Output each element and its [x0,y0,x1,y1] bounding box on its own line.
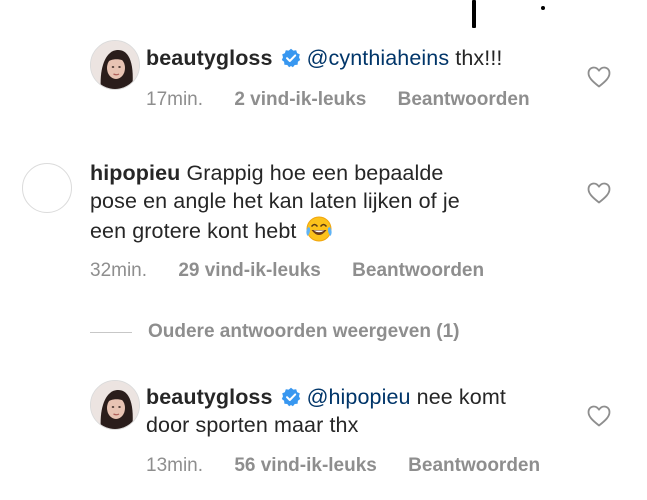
comment-body: hipopieu Grappig hoe een bepaalde pose e… [90,159,460,245]
comment-meta: 17min. 2 vind-ik-leuks Beantwoorden [146,88,530,112]
comment-meta: 32min. 29 vind-ik-leuks Beantwoorden [90,259,484,283]
heart-icon[interactable] [587,182,611,204]
heart-icon[interactable] [587,66,611,88]
avatar-photo [91,381,139,429]
comment-username[interactable]: hipopieu [90,161,180,185]
comment-text-line3: een grotere kont hebt [90,219,297,243]
reply-button[interactable]: Beantwoorden [352,260,484,281]
comment-mention[interactable]: @cynthiaheins [307,46,450,70]
comment-time: 17min. [146,89,204,110]
tears-of-joy-emoji-icon [305,216,332,242]
comment-text-line1: Grappig hoe een bepaalde [186,161,444,185]
comment-meta: 13min. 56 vind-ik-leuks Beantwoorden [146,454,540,478]
comment-text: nee komt [410,385,506,409]
comment-body: beautygloss @hipopieu nee komt door sport… [146,383,506,439]
avatar[interactable] [90,40,140,90]
comment-time: 32min. [90,260,148,281]
likes-count-link[interactable]: 56 vind-ik-leuks [234,455,377,476]
comment-username[interactable]: beautygloss [146,385,273,409]
scroll-indicator [472,0,476,28]
comment-mention[interactable]: @hipopieu [307,385,411,409]
comment-time: 13min. [146,455,204,476]
verified-badge-icon [281,48,300,68]
view-older-replies-button[interactable]: Oudere antwoorden weergeven (1) [90,320,459,344]
avatar-photo [91,41,139,89]
likes-count-link[interactable]: 29 vind-ik-leuks [178,260,321,281]
verified-badge-icon [281,387,300,407]
comment-username[interactable]: beautygloss [146,46,273,70]
divider-line [90,331,132,333]
avatar[interactable] [90,380,140,430]
view-older-label: Oudere antwoorden weergeven (1) [148,321,460,342]
heart-icon[interactable] [587,405,611,427]
comment-text: thx!!! [449,46,503,70]
avatar[interactable] [22,163,72,213]
reply-button[interactable]: Beantwoorden [398,89,530,110]
reply-button[interactable]: Beantwoorden [408,455,540,476]
comment-body: beautygloss @cynthiaheins thx!!! [146,44,503,72]
comment-text-line2: door sporten maar thx [146,413,359,437]
cursor-dot [541,6,545,10]
likes-count-link[interactable]: 2 vind-ik-leuks [234,89,366,110]
comment-text-line2: pose en angle het kan laten lijken of je [90,189,460,213]
